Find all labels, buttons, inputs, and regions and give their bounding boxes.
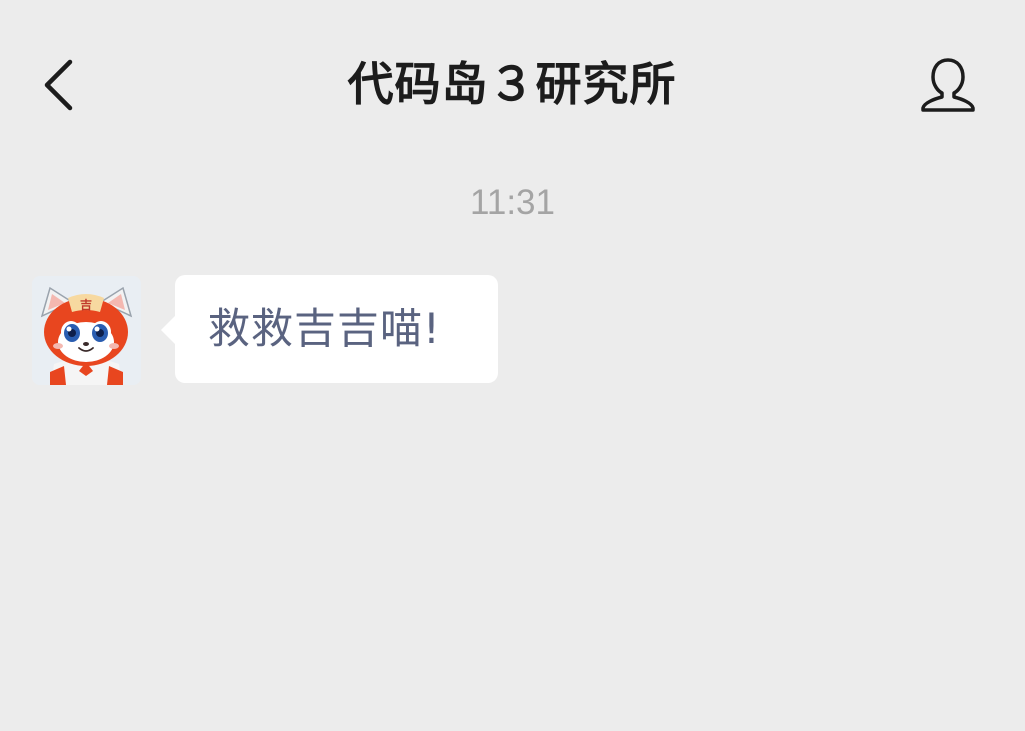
svg-text:吉: 吉 <box>80 297 92 312</box>
chat-header: 代码岛３研究所 <box>0 0 1025 170</box>
sender-avatar[interactable]: 吉 <box>32 276 141 385</box>
message-row: 吉 救救吉吉喵! <box>0 273 1025 388</box>
chat-title: 代码岛３研究所 <box>347 57 677 111</box>
chat-info-button[interactable] <box>908 50 988 120</box>
back-button[interactable] <box>30 50 90 120</box>
message-bubble[interactable]: 救救吉吉喵! <box>161 275 498 383</box>
person-icon <box>921 58 975 112</box>
cat-mascot-avatar: 吉 <box>32 276 141 385</box>
chevron-left-icon <box>44 59 73 111</box>
message-timestamp: 11:31 <box>470 183 555 222</box>
message-text: 救救吉吉喵! <box>208 304 441 353</box>
